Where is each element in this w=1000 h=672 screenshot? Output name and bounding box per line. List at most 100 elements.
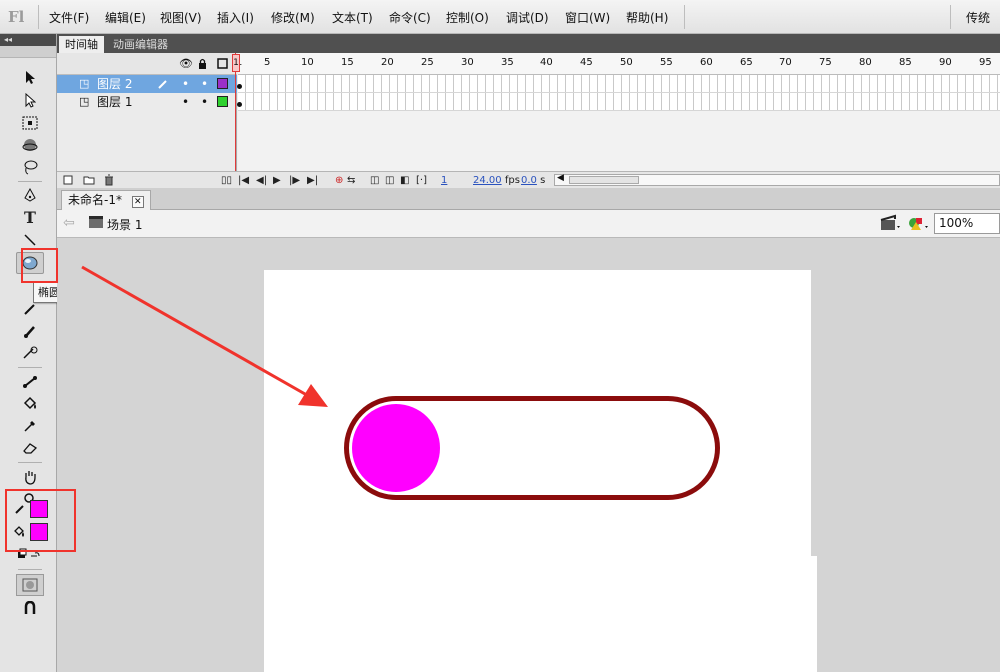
breadcrumb-scene[interactable]: 场景 1	[107, 216, 142, 233]
menu-debug[interactable]: 调试(D)	[506, 9, 549, 26]
current-frame-readout[interactable]: 1	[441, 173, 447, 188]
brush-tool[interactable]	[16, 320, 44, 342]
layer-outline-color[interactable]	[217, 96, 228, 107]
lasso-tool[interactable]	[16, 156, 44, 178]
menu-text[interactable]: 文本(T)	[332, 9, 373, 26]
edit-multiple-frames-icon[interactable]: ◧	[400, 173, 409, 188]
pen-tool[interactable]	[16, 185, 44, 207]
selection-arrow-icon	[26, 70, 35, 84]
bone-icon	[23, 376, 37, 388]
menu-separator	[684, 5, 685, 29]
close-icon[interactable]: ✕	[131, 196, 144, 208]
visibility-dot[interactable]: •	[182, 93, 189, 111]
frame-ruler[interactable]: 1 5 10 15 20 25 30 35 40 45 50 55 60 65 …	[236, 53, 1000, 75]
menu-insert[interactable]: 插入(I)	[217, 9, 254, 26]
tools-separator	[18, 462, 42, 463]
timeline-tab-bar: 时间轴 动画编辑器	[57, 34, 1000, 53]
menu-view[interactable]: 视图(V)	[160, 9, 202, 26]
layer-row-2[interactable]: ◳ 图层 2 • •	[57, 75, 237, 93]
menu-window[interactable]: 窗口(W)	[565, 9, 610, 26]
outline-icon[interactable]	[217, 58, 228, 69]
lock-dot[interactable]: •	[201, 93, 208, 111]
play-icon[interactable]: ▶	[273, 173, 281, 188]
ruler-number: 85	[899, 57, 912, 68]
highlight-color-swatches	[5, 489, 76, 552]
pasteboard[interactable]	[57, 238, 1000, 672]
document-tab[interactable]: 未命名-1* ✕	[61, 190, 151, 210]
go-first-frame-icon[interactable]: |◀	[238, 173, 249, 188]
loop-icon[interactable]: ⇆	[347, 173, 355, 188]
menu-edit[interactable]: 编辑(E)	[105, 9, 146, 26]
playhead-line[interactable]	[235, 53, 236, 189]
onion-skin-icon[interactable]: ◫	[370, 173, 379, 188]
deco-tool[interactable]	[16, 342, 44, 364]
step-back-icon[interactable]: ◀|	[256, 173, 267, 188]
scroll-left-icon[interactable]: ◀	[557, 173, 564, 183]
workspace-switcher[interactable]: 传统	[966, 9, 990, 26]
frame-row-layer-2[interactable]	[238, 75, 1000, 93]
frames-area[interactable]: 1 5 10 15 20 25 30 35 40 45 50 55 60 65 …	[236, 53, 1000, 171]
tools-panel: ◂◂ T	[0, 34, 57, 672]
layer-row-1[interactable]: ◳ 图层 1 • •	[57, 93, 237, 111]
paint-bucket-tool[interactable]	[16, 393, 44, 415]
new-layer-icon[interactable]	[63, 175, 73, 185]
toggle-knob-circle[interactable]	[352, 404, 440, 492]
center-frame-icon[interactable]: ⊕	[335, 173, 343, 188]
step-forward-icon[interactable]: |▶	[289, 173, 300, 188]
fps-readout[interactable]: 24.00 fps	[473, 173, 520, 188]
tab-motion-editor[interactable]: 动画编辑器	[107, 36, 174, 53]
menu-commands[interactable]: 命令(C)	[389, 9, 431, 26]
tab-timeline[interactable]: 时间轴	[59, 36, 104, 53]
edit-symbol-icon[interactable]	[907, 214, 929, 232]
eye-icon[interactable]: 👁	[179, 57, 193, 70]
keyframe-dot	[237, 102, 242, 107]
new-folder-icon[interactable]	[83, 175, 95, 185]
timeline-toolbar: ▯▯ |◀ ◀| ▶ |▶ ▶| ⊕ ⇆ ◫ ◫ ◧ [·] 1 24.00 f…	[57, 171, 1000, 188]
edit-scene-icon[interactable]	[879, 214, 901, 232]
bone-tool[interactable]	[16, 371, 44, 393]
tools-panel-grip[interactable]	[0, 46, 56, 58]
back-arrow-icon[interactable]: ⇦	[63, 215, 75, 231]
menu-file[interactable]: 文件(F)	[49, 9, 89, 26]
object-drawing-toggle[interactable]	[16, 574, 44, 596]
time-value[interactable]: 0.0	[521, 175, 537, 186]
eyedropper-tool[interactable]	[16, 415, 44, 437]
layer-name: 图层 2	[97, 77, 133, 91]
time-readout[interactable]: 0.0 s	[521, 173, 545, 188]
menu-help[interactable]: 帮助(H)	[626, 9, 668, 26]
pencil-icon	[24, 304, 35, 315]
frame-row-layer-1[interactable]	[238, 93, 1000, 111]
hand-tool[interactable]	[16, 466, 44, 488]
modify-onion-markers-icon[interactable]: [·]	[416, 173, 427, 188]
lock-dot[interactable]: •	[201, 75, 208, 93]
layer-outline-color[interactable]	[217, 78, 228, 89]
timeline-panel: 时间轴 动画编辑器 👁 ◳ 图层 2 • • ◳ 图层 1 • • 1 5 1	[57, 34, 1000, 189]
scrollbar-thumb[interactable]	[569, 176, 639, 184]
onion-skin-outlines-icon[interactable]: ◫	[385, 173, 394, 188]
3d-rotation-tool[interactable]	[16, 134, 44, 156]
timeline-scrollbar[interactable]: ◀	[554, 173, 1000, 186]
subselection-tool[interactable]	[16, 89, 44, 111]
eraser-tool[interactable]	[16, 437, 44, 459]
zoom-level-input[interactable]: 100%	[934, 213, 1000, 234]
selection-tool[interactable]	[16, 66, 44, 88]
text-tool[interactable]: T	[16, 207, 44, 229]
document-tab-bar: 未命名-1* ✕	[57, 188, 1000, 210]
delete-layer-icon[interactable]	[104, 174, 114, 186]
fps-value[interactable]: 24.00	[473, 175, 502, 186]
collapse-icon[interactable]: ◂◂	[4, 34, 12, 46]
go-last-frame-icon[interactable]: ▶|	[307, 173, 318, 188]
ruler-number: 95	[979, 57, 992, 68]
ruler-number: 70	[779, 57, 792, 68]
keyframe-column[interactable]	[236, 77, 244, 111]
menu-control[interactable]: 控制(O)	[446, 9, 489, 26]
snap-to-objects-toggle[interactable]	[16, 597, 44, 619]
visibility-dot[interactable]: •	[182, 75, 189, 93]
free-transform-tool[interactable]	[16, 112, 44, 134]
scroll-to-playhead-icon[interactable]: ▯▯	[221, 173, 232, 188]
ruler-number: 35	[501, 57, 514, 68]
keyframe-dot	[237, 84, 242, 89]
lock-icon[interactable]	[198, 58, 207, 69]
menu-modify[interactable]: 修改(M)	[271, 9, 315, 26]
playhead-handle[interactable]: 1	[232, 54, 240, 72]
